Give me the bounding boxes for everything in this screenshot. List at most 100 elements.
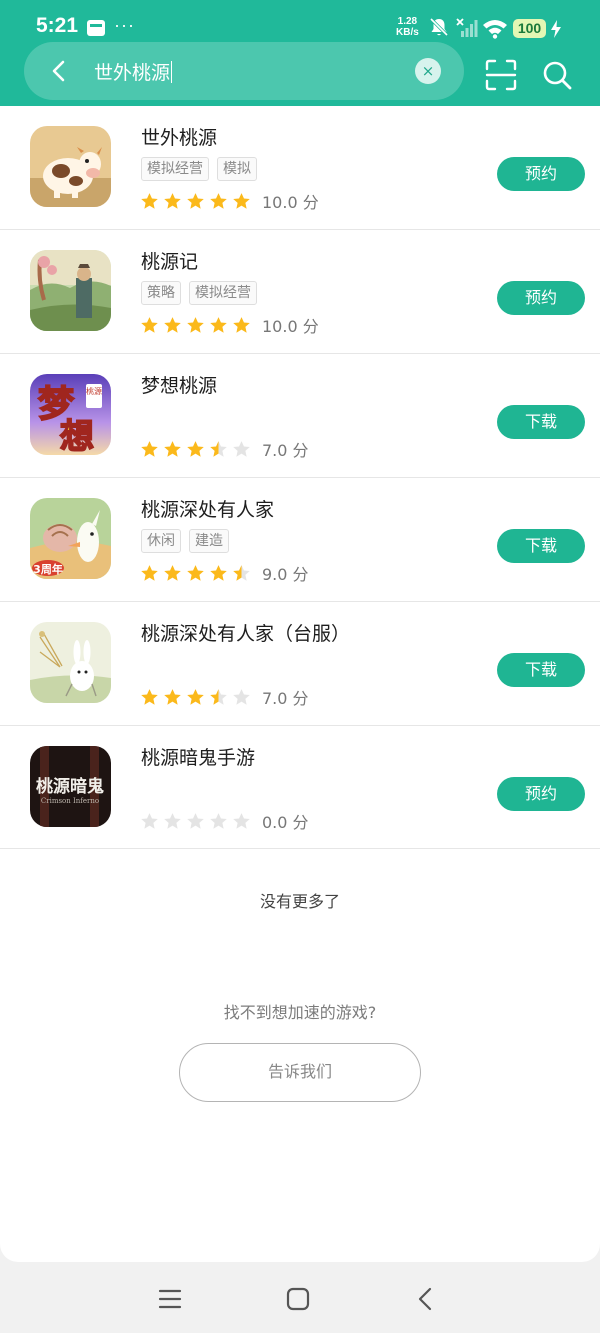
star-icon: [164, 564, 181, 581]
home-icon[interactable]: [283, 1284, 313, 1314]
download-button[interactable]: 下载: [497, 405, 585, 439]
search-results-panel: 世外桃源 模拟经营 模拟 10.0 分 预约 桃源记 策略 模拟经营 10.0 …: [0, 106, 600, 1262]
tag: 模拟经营: [141, 157, 209, 181]
app-name: 桃源暗鬼手游: [141, 747, 256, 769]
result-list: 世外桃源 模拟经营 模拟 10.0 分 预约 桃源记 策略 模拟经营 10.0 …: [0, 106, 600, 849]
star-icon: [233, 564, 250, 581]
star-rating: 9.0 分: [140, 561, 309, 585]
net-speed-value: 1.28: [397, 16, 418, 27]
star-icon: [210, 688, 227, 705]
result-item[interactable]: 3周年 桃源深处有人家 休闲 建造 9.0 分 下载: [0, 478, 600, 602]
reserve-button[interactable]: 预约: [497, 157, 585, 191]
star-rating: 10.0 分: [140, 313, 319, 337]
tag: 建造: [189, 529, 229, 553]
star-rating: 7.0 分: [140, 437, 309, 461]
star-icon: [141, 688, 158, 705]
tell-us-button[interactable]: 告诉我们: [179, 1043, 421, 1102]
rating-score: 10.0 分: [262, 317, 319, 336]
tag-list: 模拟经营 模拟: [141, 157, 265, 181]
star-icon: [141, 440, 158, 457]
signal-icon: [456, 18, 478, 37]
star-icon: [141, 192, 158, 209]
dream-game-icon: 梦 想 桃源: [30, 374, 111, 455]
net-speed: 1.28 KB/s: [396, 16, 419, 38]
bell-muted-icon: [429, 17, 449, 37]
download-button[interactable]: 下载: [497, 529, 585, 563]
star-icon: [210, 812, 227, 829]
tag: 休闲: [141, 529, 181, 553]
back-icon[interactable]: [411, 1284, 441, 1314]
notification-icon: [87, 20, 105, 36]
star-icon: [187, 812, 204, 829]
star-icon: [210, 440, 227, 457]
download-button[interactable]: 下载: [497, 653, 585, 687]
tag: 模拟经营: [189, 281, 257, 305]
text-cursor: [171, 61, 173, 83]
app-name: 桃源记: [141, 251, 199, 273]
search-input[interactable]: 世外桃源: [94, 58, 173, 85]
star-icon: [141, 316, 158, 333]
star-icon: [164, 688, 181, 705]
system-nav-bar: [0, 1262, 600, 1333]
result-item[interactable]: 桃源记 策略 模拟经营 10.0 分 预约: [0, 230, 600, 354]
reserve-button[interactable]: 预约: [497, 281, 585, 315]
star-icon: [187, 192, 204, 209]
dark-title: 桃源暗鬼: [36, 776, 104, 797]
search-icon[interactable]: [540, 58, 574, 92]
dark-game-icon: 桃源暗鬼 Crimson Inferno: [30, 746, 111, 827]
cow-game-icon: [30, 126, 111, 207]
star-icon: [233, 316, 250, 333]
rabbit-game-icon: [30, 622, 111, 703]
battery-level: 100: [513, 19, 546, 38]
result-item[interactable]: 桃源深处有人家（台服） 7.0 分 下载: [0, 602, 600, 726]
star-rating: 10.0 分: [140, 189, 319, 213]
star-icon: [210, 564, 227, 581]
star-icon: [164, 440, 181, 457]
star-icon: [210, 192, 227, 209]
app-header: 5:21 ··· 1.28 KB/s 100 世外桃源 ×: [0, 0, 600, 106]
star-rating: 7.0 分: [140, 685, 309, 709]
more-notifications-icon: ···: [114, 15, 135, 35]
star-icon: [233, 192, 250, 209]
dark-subtitle: Crimson Inferno: [41, 797, 99, 805]
result-item[interactable]: 梦 想 桃源 梦想桃源 7.0 分 下载: [0, 354, 600, 478]
star-icon: [233, 440, 250, 457]
star-icon: [141, 564, 158, 581]
status-time: 5:21: [36, 14, 79, 37]
search-query: 世外桃源: [94, 62, 171, 84]
search-bar[interactable]: 世外桃源 ×: [24, 42, 464, 100]
dream-badge: 桃源: [86, 386, 102, 396]
clear-search-button[interactable]: ×: [415, 58, 441, 84]
scan-icon[interactable]: [484, 58, 518, 92]
dream-title2: 想: [60, 417, 94, 455]
charging-bolt-icon: [551, 20, 561, 38]
star-icon: [187, 440, 204, 457]
rating-score: 9.0 分: [262, 565, 309, 584]
result-item[interactable]: 桃源暗鬼 Crimson Inferno 桃源暗鬼手游 0.0 分 预约: [0, 726, 600, 849]
end-of-list-text: 没有更多了: [259, 892, 340, 911]
rating-score: 7.0 分: [262, 689, 309, 708]
not-found-prompt: 找不到想加速的游戏?: [223, 1003, 377, 1022]
bird-badge: 3周年: [33, 562, 63, 576]
wifi-icon: [483, 20, 507, 39]
star-icon: [233, 688, 250, 705]
rating-score: 7.0 分: [262, 441, 309, 460]
tag-list: 休闲 建造: [141, 529, 237, 553]
net-speed-unit: KB/s: [396, 27, 419, 38]
result-item[interactable]: 世外桃源 模拟经营 模拟 10.0 分 预约: [0, 106, 600, 230]
star-icon: [187, 316, 204, 333]
reserve-button[interactable]: 预约: [497, 777, 585, 811]
menu-icon[interactable]: [155, 1284, 185, 1314]
star-icon: [164, 316, 181, 333]
bird-game-icon: 3周年: [30, 498, 111, 579]
app-name: 桃源深处有人家: [141, 499, 275, 521]
star-icon: [210, 316, 227, 333]
star-icon: [164, 192, 181, 209]
rating-score: 10.0 分: [262, 193, 319, 212]
rating-score: 0.0 分: [262, 813, 309, 832]
star-icon: [141, 812, 158, 829]
star-icon: [187, 564, 204, 581]
app-name: 桃源深处有人家（台服）: [141, 623, 351, 645]
tag: 模拟: [217, 157, 257, 181]
back-arrow-icon[interactable]: [46, 57, 74, 85]
